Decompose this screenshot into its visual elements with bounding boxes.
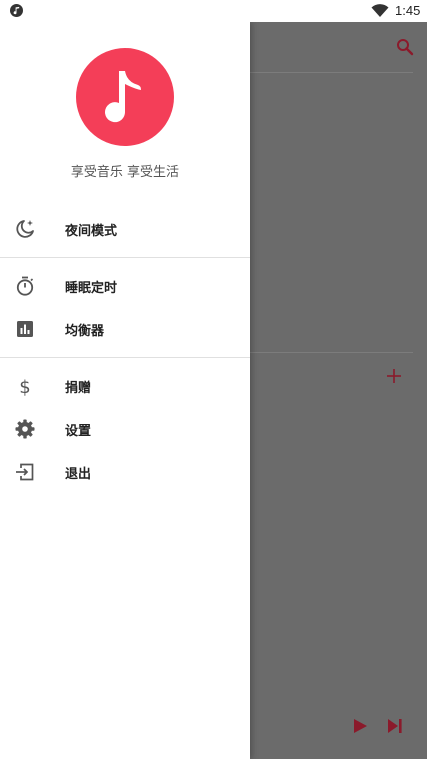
menu-item-night-mode[interactable]: 夜间模式 bbox=[0, 209, 250, 249]
drawer-divider bbox=[0, 257, 250, 258]
dollar-icon: $ bbox=[19, 377, 30, 397]
search-icon[interactable] bbox=[396, 38, 414, 56]
navigation-drawer: 享受音乐 享受生活 夜间模式 睡眠定时 均衡器 $ 捐赠 设置 退出 bbox=[0, 22, 250, 759]
main-section-divider bbox=[250, 352, 413, 353]
status-time: 1:45 bbox=[395, 3, 421, 18]
wifi-icon bbox=[371, 4, 389, 17]
music-note-notification-icon bbox=[10, 4, 23, 17]
main-toolbar-divider bbox=[250, 72, 413, 73]
skip-next-icon[interactable] bbox=[386, 718, 404, 734]
main-content-scrim[interactable] bbox=[250, 22, 427, 759]
timer-icon bbox=[16, 276, 34, 296]
menu-item-label: 睡眠定时 bbox=[65, 281, 118, 296]
equalizer-icon bbox=[17, 321, 33, 337]
menu-item-settings[interactable]: 设置 bbox=[0, 409, 250, 449]
status-bar: 1:45 bbox=[0, 0, 427, 22]
menu-item-equalizer[interactable]: 均衡器 bbox=[0, 309, 250, 349]
night-mode-icon bbox=[16, 220, 34, 238]
exit-icon bbox=[16, 463, 34, 481]
menu-item-donate[interactable]: $ 捐赠 bbox=[0, 366, 250, 406]
gear-icon bbox=[15, 419, 35, 439]
svg-text:$: $ bbox=[19, 377, 30, 397]
drawer-divider bbox=[0, 357, 250, 358]
menu-item-label: 设置 bbox=[65, 424, 92, 439]
menu-item-sleep-timer[interactable]: 睡眠定时 bbox=[0, 266, 250, 306]
menu-item-label: 捐赠 bbox=[65, 381, 92, 396]
app-logo bbox=[76, 48, 174, 146]
menu-item-exit[interactable]: 退出 bbox=[0, 452, 250, 492]
music-note-icon bbox=[105, 71, 141, 123]
menu-item-label: 夜间模式 bbox=[65, 224, 118, 239]
play-icon[interactable] bbox=[352, 718, 368, 734]
app-slogan: 享受音乐 享受生活 bbox=[70, 165, 180, 180]
add-icon[interactable] bbox=[386, 368, 402, 384]
menu-item-label: 均衡器 bbox=[65, 324, 105, 339]
menu-item-label: 退出 bbox=[65, 467, 92, 482]
